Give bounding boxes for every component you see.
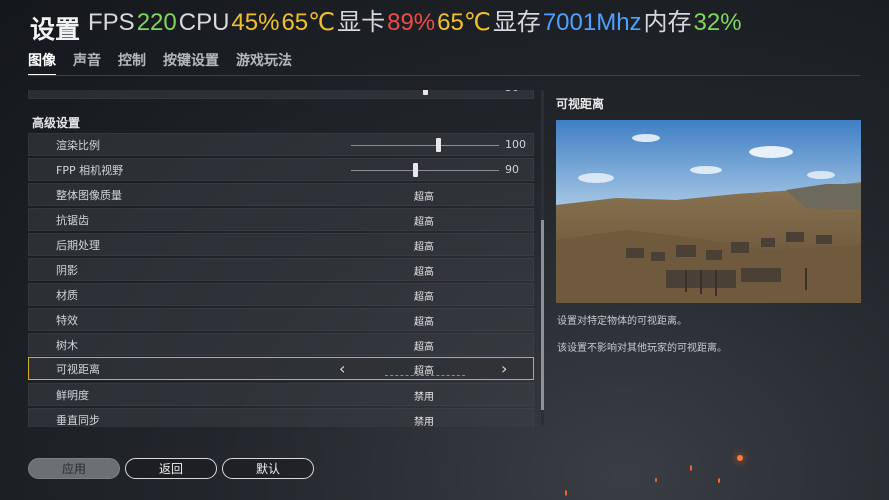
brightness-slider-knob[interactable] (423, 90, 428, 95)
detail-description: 设置对特定物体的可视距离。 (557, 316, 687, 327)
chevron-right-icon[interactable]: › (501, 359, 507, 378)
setting-value: 超高 (414, 242, 434, 253)
tab-graphics[interactable]: 图像 (28, 50, 56, 76)
overlay-item: FPS (88, 9, 135, 36)
overlay-item: 内存 (643, 9, 692, 36)
ember-spark (565, 490, 567, 496)
settings-tabs: 图像 声音 控制 按键设置 游戏玩法 (28, 50, 292, 76)
setting-row-textures[interactable]: 材质 超高 (28, 283, 534, 306)
setting-row-vsync[interactable]: 垂直同步 禁用 (28, 408, 534, 427)
overlay-item: 65℃ (437, 9, 491, 36)
setting-label: 垂直同步 (56, 414, 100, 427)
overlay-item: CPU (178, 9, 230, 36)
tab-gameplay[interactable]: 游戏玩法 (236, 50, 292, 76)
detail-title: 可视距离 (556, 97, 605, 111)
apply-button[interactable]: 应用 (28, 458, 120, 479)
desert-town-illustration (556, 120, 861, 303)
setting-value: 超高 (414, 217, 434, 228)
setting-label: 材质 (56, 289, 78, 302)
tab-audio[interactable]: 声音 (73, 50, 101, 76)
setting-row-foliage[interactable]: 树木 超高 (28, 333, 534, 356)
overlay-item: 65℃ (281, 9, 336, 36)
tab-divider (28, 75, 860, 76)
section-title-advanced: 高级设置 (32, 116, 81, 130)
setting-value: 禁用 (414, 392, 434, 403)
setting-label: 抗锯齿 (56, 214, 89, 227)
overlay-item: 显卡 (337, 9, 386, 36)
render-scale-slider-track[interactable] (351, 145, 499, 146)
setting-label: 后期处理 (56, 239, 100, 252)
detail-note: 该设置不影响对其他玩家的可视距离。 (557, 343, 727, 354)
ember-spark (718, 478, 720, 483)
tab-keybindings[interactable]: 按键设置 (163, 50, 219, 76)
setting-value: 超高 (414, 317, 434, 328)
setting-label: 树木 (56, 339, 78, 352)
overlay-item: 45% (231, 9, 280, 36)
level-indicator (385, 375, 465, 377)
back-button[interactable]: 返回 (125, 458, 217, 479)
setting-row-overall-quality[interactable]: 整体图像质量 超高 (28, 183, 534, 206)
setting-label: 阴影 (56, 264, 78, 277)
setting-value: 超高 (414, 192, 434, 203)
overlay-item: 32% (693, 9, 742, 36)
chevron-left-icon[interactable]: ‹ (339, 359, 345, 378)
tab-control[interactable]: 控制 (118, 50, 146, 76)
brightness-value: 50 (505, 90, 519, 94)
preview-image (556, 120, 861, 303)
setting-label: 渲染比例 (56, 139, 100, 152)
setting-value: 超高 (414, 267, 434, 278)
fov-slider-knob[interactable] (412, 163, 418, 177)
setting-label: 鲜明度 (56, 389, 89, 402)
overlay-item: 220 (136, 9, 177, 36)
overlay-item: 显存 (492, 9, 541, 36)
ember-spark (690, 465, 692, 471)
render-scale-slider-knob[interactable] (436, 138, 442, 152)
setting-row-post-processing[interactable]: 后期处理 超高 (28, 233, 534, 256)
settings-list: 50 高级设置 渲染比例 100 FPP 相机视野 90 整体图像质量 超高 抗… (28, 90, 536, 427)
setting-row-fpp-fov[interactable]: FPP 相机视野 90 (28, 158, 534, 181)
setting-row-view-distance[interactable]: 可视距离 ‹ 超高 › (28, 357, 534, 380)
fov-slider-track[interactable] (351, 170, 499, 171)
setting-label: 特效 (56, 314, 78, 327)
setting-label: 整体图像质量 (56, 189, 122, 202)
fov-value: 90 (505, 163, 519, 176)
setting-row-render-scale[interactable]: 渲染比例 100 (28, 133, 534, 156)
ember-spark (737, 455, 743, 461)
setting-label: 可视距离 (56, 363, 100, 376)
default-button[interactable]: 默认 (222, 458, 314, 479)
page-title: 设置 (30, 15, 81, 44)
render-scale-value: 100 (505, 138, 526, 151)
setting-row-sharpness[interactable]: 鲜明度 禁用 (28, 383, 534, 406)
setting-label: FPP 相机视野 (56, 164, 124, 177)
setting-value: 禁用 (414, 417, 434, 427)
setting-row-anti-aliasing[interactable]: 抗锯齿 超高 (28, 208, 534, 231)
scrollbar-thumb[interactable] (541, 220, 544, 410)
setting-row-shadows[interactable]: 阴影 超高 (28, 258, 534, 281)
setting-value: 超高 (414, 342, 434, 353)
setting-row-effects[interactable]: 特效 超高 (28, 308, 534, 331)
overlay-item: 89% (387, 9, 436, 36)
ember-spark (655, 478, 657, 482)
setting-value: 超高 (414, 292, 434, 303)
performance-overlay: FPS220CPU45%65℃显卡89%65℃显存7001Mhz内存32% (88, 2, 744, 37)
overlay-item: 7001Mhz (542, 9, 642, 36)
setting-row-brightness[interactable]: 50 (28, 90, 534, 99)
